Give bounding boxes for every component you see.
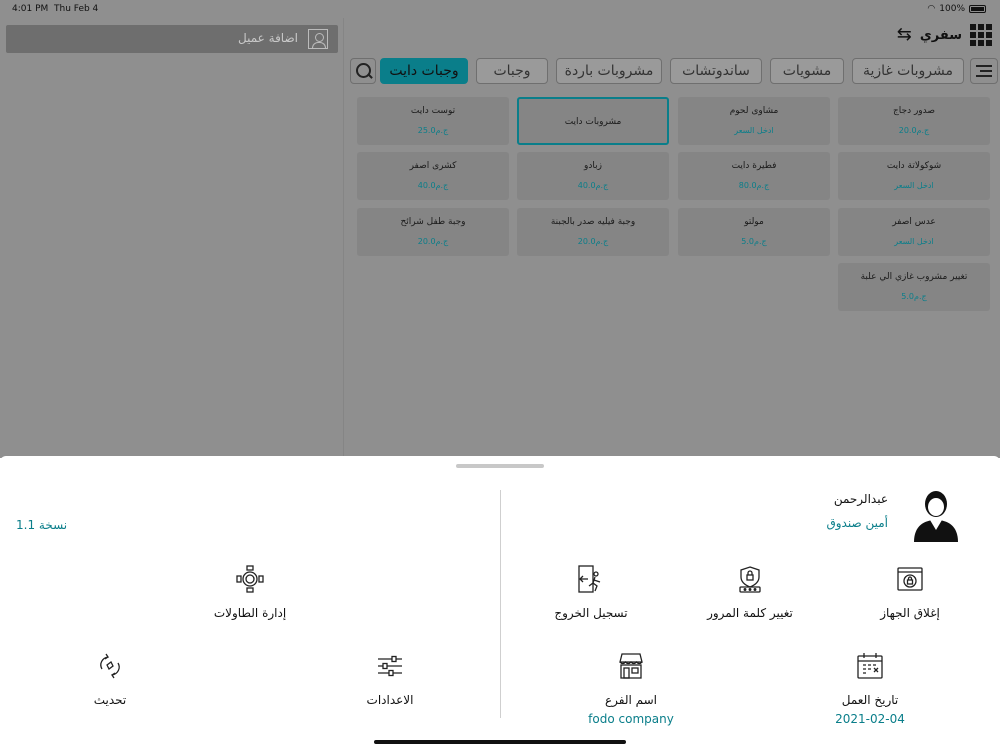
header-row: ⇆ سفري [897, 24, 992, 46]
user-name: عبدالرحمن [833, 492, 888, 506]
category-tabs: وجبات دايت وجبات مشروبات باردة ساندوتشات… [350, 58, 1000, 84]
work-date-button[interactable]: تاريخ العمل 2021-02-04 [805, 651, 935, 726]
product-price: ادخل السعر [734, 126, 774, 135]
user-avatar-icon [914, 491, 958, 542]
table-icon [236, 565, 264, 593]
branch-name-label: اسم الفرع [604, 693, 658, 707]
status-bar: 4:01 PM Thu Feb 4 ◠ 100% [0, 0, 1000, 18]
app-version: نسخة 1.1 [16, 518, 68, 532]
sliders-icon [378, 655, 402, 677]
account-sheet: عبدالرحمن أمين صندوق نسخة 1.1 إغلاق الجه… [0, 456, 1000, 750]
product-name: زبادو [584, 161, 602, 171]
product-tile[interactable]: وجبة طفل شرائح 20.0ج.م [357, 208, 509, 256]
tab-diet-meals[interactable]: وجبات دايت [380, 58, 468, 84]
main-screen-dimmed: اضافة عميل ⇆ سفري وجبات دايت وجبات مشروب… [0, 18, 1000, 458]
sheet-grabber[interactable] [456, 464, 544, 468]
product-price: 25.0ج.م [417, 126, 449, 135]
product-tile[interactable]: كشرى اصفر 40.0ج.م [357, 152, 509, 200]
product-name: تغيير مشروب غازي الي علبة [860, 272, 968, 282]
status-right: ◠ 100% [927, 4, 986, 14]
product-price: 5.0ج.م [741, 237, 767, 246]
settings-button[interactable]: الاعدادات [325, 651, 455, 707]
logout-icon [578, 565, 601, 593]
lock-device-button[interactable]: إغلاق الجهاز [845, 564, 975, 620]
wifi-icon: ◠ [927, 4, 936, 14]
battery-icon [969, 5, 986, 13]
product-price: 40.0ج.م [577, 181, 609, 190]
status-time: 4:01 PM Thu Feb 4 [12, 4, 99, 14]
product-tile[interactable]: فطيرة دايت 80.0ج.م [678, 152, 830, 200]
store-icon [619, 653, 643, 679]
refresh-icon [100, 653, 120, 679]
password-icon [739, 566, 761, 593]
lock-device-label: إغلاق الجهاز [880, 606, 940, 620]
product-name: مشروبات دايت [564, 117, 622, 127]
table-management-label: إدارة الطاولات [213, 606, 287, 620]
change-password-label: تغيير كلمة المرور [707, 606, 793, 620]
product-name: عدس اصفر [892, 217, 936, 227]
product-name: شوكولاتة دايت [886, 161, 942, 171]
home-indicator[interactable] [374, 740, 626, 744]
refresh-button[interactable]: تحديث [45, 651, 175, 707]
apps-grid-icon[interactable] [970, 24, 992, 46]
product-name: مشاوى لحوم [729, 106, 779, 116]
work-date-value: 2021-02-04 [835, 712, 905, 726]
product-tile[interactable]: مولتو 5.0ج.م [678, 208, 830, 256]
product-tile-selected[interactable]: مشروبات دايت [517, 97, 669, 145]
product-price: 20.0ج.م [898, 126, 930, 135]
add-customer-button[interactable]: اضافة عميل [6, 25, 338, 53]
add-customer-label: اضافة عميل [238, 31, 298, 45]
product-price: ادخل السعر [894, 237, 934, 246]
settings-label: الاعدادات [366, 693, 414, 707]
product-tile[interactable]: تغيير مشروب غازي الي علبة 5.0ج.م [838, 263, 990, 311]
product-tile[interactable]: توست دايت 25.0ج.م [357, 97, 509, 145]
change-password-button[interactable]: تغيير كلمة المرور [685, 564, 815, 620]
tab-meals[interactable]: وجبات [476, 58, 548, 84]
search-icon[interactable] [350, 58, 376, 84]
branch-name-value: fodo company [588, 712, 674, 726]
product-tile[interactable]: مشاوى لحوم ادخل السعر [678, 97, 830, 145]
calendar-icon [857, 653, 883, 679]
work-date-label: تاريخ العمل [841, 693, 899, 707]
customer-icon [308, 29, 328, 49]
swap-icon[interactable]: ⇆ [897, 26, 912, 44]
logout-label: تسجيل الخروج [554, 606, 628, 620]
product-name: وجبة طفل شرائح [400, 217, 466, 227]
menu-icon[interactable] [970, 58, 998, 84]
logout-button[interactable]: تسجيل الخروج [526, 564, 656, 620]
product-name: توست دايت [410, 106, 456, 116]
tab-cold-drinks[interactable]: مشروبات باردة [556, 58, 662, 84]
tab-soft-drinks[interactable]: مشروبات غازية [852, 58, 964, 84]
product-price: 20.0ج.م [417, 237, 449, 246]
product-tile[interactable]: شوكولاتة دايت ادخل السعر [838, 152, 990, 200]
branch-name-button[interactable]: اسم الفرع fodo company [566, 651, 696, 726]
user-role: أمين صندوق [826, 516, 888, 530]
menu-pane: ⇆ سفري وجبات دايت وجبات مشروبات باردة سا… [344, 18, 1000, 458]
battery-percent: 100% [939, 4, 965, 14]
product-tile[interactable]: صدور دجاج 20.0ج.م [838, 97, 990, 145]
product-name: كشرى اصفر [409, 161, 457, 171]
product-price: 20.0ج.م [577, 237, 609, 246]
product-name: وجبة فيليه صدر بالجبنة [550, 217, 636, 227]
product-name: مولتو [744, 217, 764, 227]
product-tile[interactable]: زبادو 40.0ج.م [517, 152, 669, 200]
table-management-button[interactable]: إدارة الطاولات [185, 564, 315, 620]
product-name: فطيرة دايت [731, 161, 777, 171]
sheet-divider [500, 490, 501, 718]
product-price: 40.0ج.م [417, 181, 449, 190]
lock-device-icon [897, 567, 923, 591]
tab-grills[interactable]: مشويات [770, 58, 844, 84]
product-tile[interactable]: عدس اصفر ادخل السعر [838, 208, 990, 256]
order-pane: اضافة عميل [0, 18, 344, 458]
tab-sandwiches[interactable]: ساندوتشات [670, 58, 762, 84]
product-price: 5.0ج.م [901, 292, 927, 301]
product-price: 80.0ج.م [738, 181, 770, 190]
order-mode-label[interactable]: سفري [920, 28, 962, 43]
product-tile[interactable]: وجبة فيليه صدر بالجبنة 20.0ج.م [517, 208, 669, 256]
refresh-label: تحديث [93, 693, 127, 707]
product-name: صدور دجاج [892, 106, 936, 116]
product-price: ادخل السعر [894, 181, 934, 190]
